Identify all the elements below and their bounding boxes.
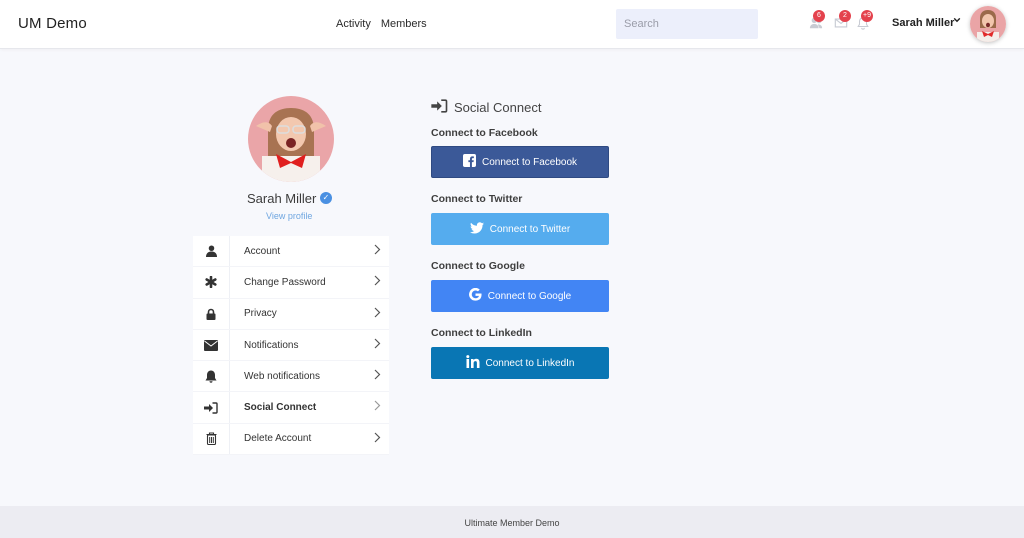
menu-item-change-password[interactable]: Change Password — [193, 267, 389, 299]
profile-photo[interactable] — [248, 96, 334, 182]
connect-twitter-button[interactable]: Connect to Twitter — [431, 213, 609, 245]
menu-item-label: Account — [244, 245, 281, 257]
section-title-text: Social Connect — [454, 99, 542, 115]
lock-icon — [193, 298, 230, 329]
linkedin-icon — [465, 355, 480, 371]
menu-item-label: Notifications — [244, 339, 299, 351]
connect-linkedin-button[interactable]: Connect to LinkedIn — [431, 347, 609, 379]
section-title: Social Connect — [431, 98, 611, 116]
linkedin-heading: Connect to LinkedIn — [431, 327, 532, 339]
menu-item-web-notifications[interactable]: Web notifications — [193, 361, 389, 393]
bell-icon — [193, 361, 230, 392]
user-icon — [193, 236, 230, 267]
menu-item-label: Web notifications — [244, 370, 320, 382]
sign-in-icon — [431, 98, 448, 116]
top-header: UM Demo Activity Members 6 2 +9 Sarah Mi… — [0, 0, 1024, 49]
button-label: Connect to Twitter — [489, 223, 571, 235]
button-label: Connect to LinkedIn — [485, 357, 575, 369]
envelope-icon — [193, 329, 230, 361]
user-avatar[interactable] — [970, 6, 1006, 42]
view-profile-link[interactable]: View profile — [266, 211, 312, 221]
google-heading: Connect to Google — [431, 260, 525, 272]
trash-icon — [193, 423, 230, 455]
twitter-heading: Connect to Twitter — [431, 193, 523, 205]
chevron-right-icon — [374, 307, 381, 321]
account-menu: Account Change Password Privacy Notifica… — [193, 236, 389, 456]
menu-item-account[interactable]: Account — [193, 236, 389, 268]
nav-members[interactable]: Members — [381, 18, 427, 30]
main-nav: Activity Members — [336, 18, 427, 30]
menu-item-delete-account[interactable]: Delete Account — [193, 423, 389, 456]
nav-activity[interactable]: Activity — [336, 18, 371, 30]
connect-facebook-button[interactable]: Connect to Facebook — [431, 146, 609, 178]
notifications-badge: +9 — [861, 10, 873, 22]
menu-item-label: Change Password — [244, 276, 326, 288]
connect-google-button[interactable]: Connect to Google — [431, 280, 609, 312]
chevron-right-icon — [374, 244, 381, 258]
menu-item-privacy[interactable]: Privacy — [193, 298, 389, 330]
verified-badge-icon: ✓ — [320, 192, 332, 204]
menu-item-notifications[interactable]: Notifications — [193, 329, 389, 362]
site-footer: Ultimate Member Demo — [0, 506, 1024, 538]
menu-item-label: Privacy — [244, 308, 277, 320]
chevron-right-icon — [374, 338, 381, 352]
friends-badge: 6 — [813, 10, 825, 22]
chevron-down-icon[interactable] — [953, 16, 961, 26]
messages-badge: 2 — [839, 10, 851, 22]
profile-name: Sarah Miller — [247, 191, 317, 206]
chevron-right-icon — [374, 275, 381, 289]
chevron-right-icon — [374, 400, 381, 414]
facebook-icon — [462, 154, 476, 170]
google-icon — [468, 287, 482, 304]
button-label: Connect to Facebook — [481, 156, 578, 168]
user-menu-name[interactable]: Sarah Miller — [892, 17, 954, 29]
social-connect-panel: Social Connect Connect to Facebook Conne… — [431, 98, 611, 379]
asterisk-icon — [193, 267, 230, 298]
site-logo[interactable]: UM Demo — [18, 15, 87, 32]
menu-item-label: Social Connect — [244, 402, 317, 414]
search-input[interactable] — [616, 9, 758, 39]
chevron-right-icon — [374, 369, 381, 383]
chevron-right-icon — [374, 432, 381, 446]
sign-in-icon — [193, 392, 230, 423]
menu-item-social-connect[interactable]: Social Connect — [193, 392, 389, 424]
menu-item-label: Delete Account — [244, 433, 312, 445]
twitter-icon — [469, 221, 484, 237]
facebook-heading: Connect to Facebook — [431, 127, 538, 139]
footer-text: Ultimate Member Demo — [464, 518, 560, 528]
button-label: Connect to Google — [487, 290, 572, 302]
